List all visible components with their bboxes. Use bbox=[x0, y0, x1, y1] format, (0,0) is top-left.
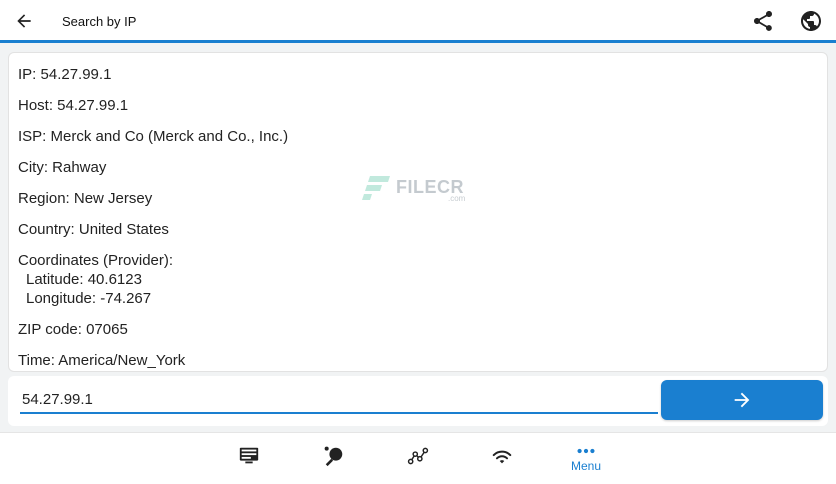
ip-row: IP: 54.27.99.1 bbox=[18, 66, 112, 83]
nav-item-ping[interactable] bbox=[314, 445, 354, 481]
watermark: FILECR .com bbox=[362, 172, 466, 203]
globe-icon bbox=[801, 11, 821, 31]
search-panel bbox=[8, 376, 828, 426]
arrow-left-icon bbox=[17, 14, 31, 28]
longitude-row: Longitude: -74.267 bbox=[26, 290, 152, 307]
nav-item-device[interactable] bbox=[229, 445, 269, 481]
nav-item-menu[interactable]: Menu bbox=[566, 445, 606, 481]
page-title: Search by IP bbox=[62, 14, 137, 29]
top-app-bar: Search by IP bbox=[0, 0, 836, 40]
latitude-row: Latitude: 40.6123 bbox=[26, 271, 142, 288]
ping-pong-icon bbox=[324, 446, 343, 467]
back-button[interactable] bbox=[12, 9, 36, 33]
nav-item-menu-label: Menu bbox=[570, 459, 602, 473]
nav-item-traceroute[interactable] bbox=[398, 445, 438, 481]
region-row: Region: New Jersey bbox=[18, 190, 153, 207]
country-row: Country: United States bbox=[18, 221, 169, 238]
search-submit-button[interactable] bbox=[661, 380, 823, 420]
watermark-subtext: .com bbox=[448, 194, 466, 203]
time-row: Time: America/New_York bbox=[18, 352, 186, 369]
zip-row: ZIP code: 07065 bbox=[18, 321, 128, 338]
ip-search-input[interactable] bbox=[20, 386, 658, 414]
network-graph-icon bbox=[407, 447, 429, 465]
coordinates-label: Coordinates (Provider): bbox=[18, 252, 174, 269]
wifi-icon bbox=[492, 450, 512, 464]
more-dots-icon bbox=[577, 448, 595, 454]
host-row: Host: 54.27.99.1 bbox=[18, 97, 129, 114]
filecr-logo-icon bbox=[362, 176, 390, 200]
monitor-icon bbox=[239, 447, 259, 464]
arrow-right-icon bbox=[734, 392, 750, 408]
bottom-navigation: Menu bbox=[0, 432, 836, 484]
share-icon bbox=[754, 11, 772, 31]
city-row: City: Rahway bbox=[18, 159, 107, 176]
nav-item-wifi[interactable] bbox=[482, 445, 522, 481]
share-button[interactable] bbox=[750, 8, 776, 34]
ip-info-list: IP: 54.27.99.1 Host: 54.27.99.1 ISP: Mer… bbox=[18, 65, 289, 371]
isp-row: ISP: Merck and Co (Merck and Co., Inc.) bbox=[18, 128, 289, 145]
ip-result-card: IP: 54.27.99.1 Host: 54.27.99.1 ISP: Mer… bbox=[8, 52, 828, 372]
language-button[interactable] bbox=[798, 8, 824, 34]
